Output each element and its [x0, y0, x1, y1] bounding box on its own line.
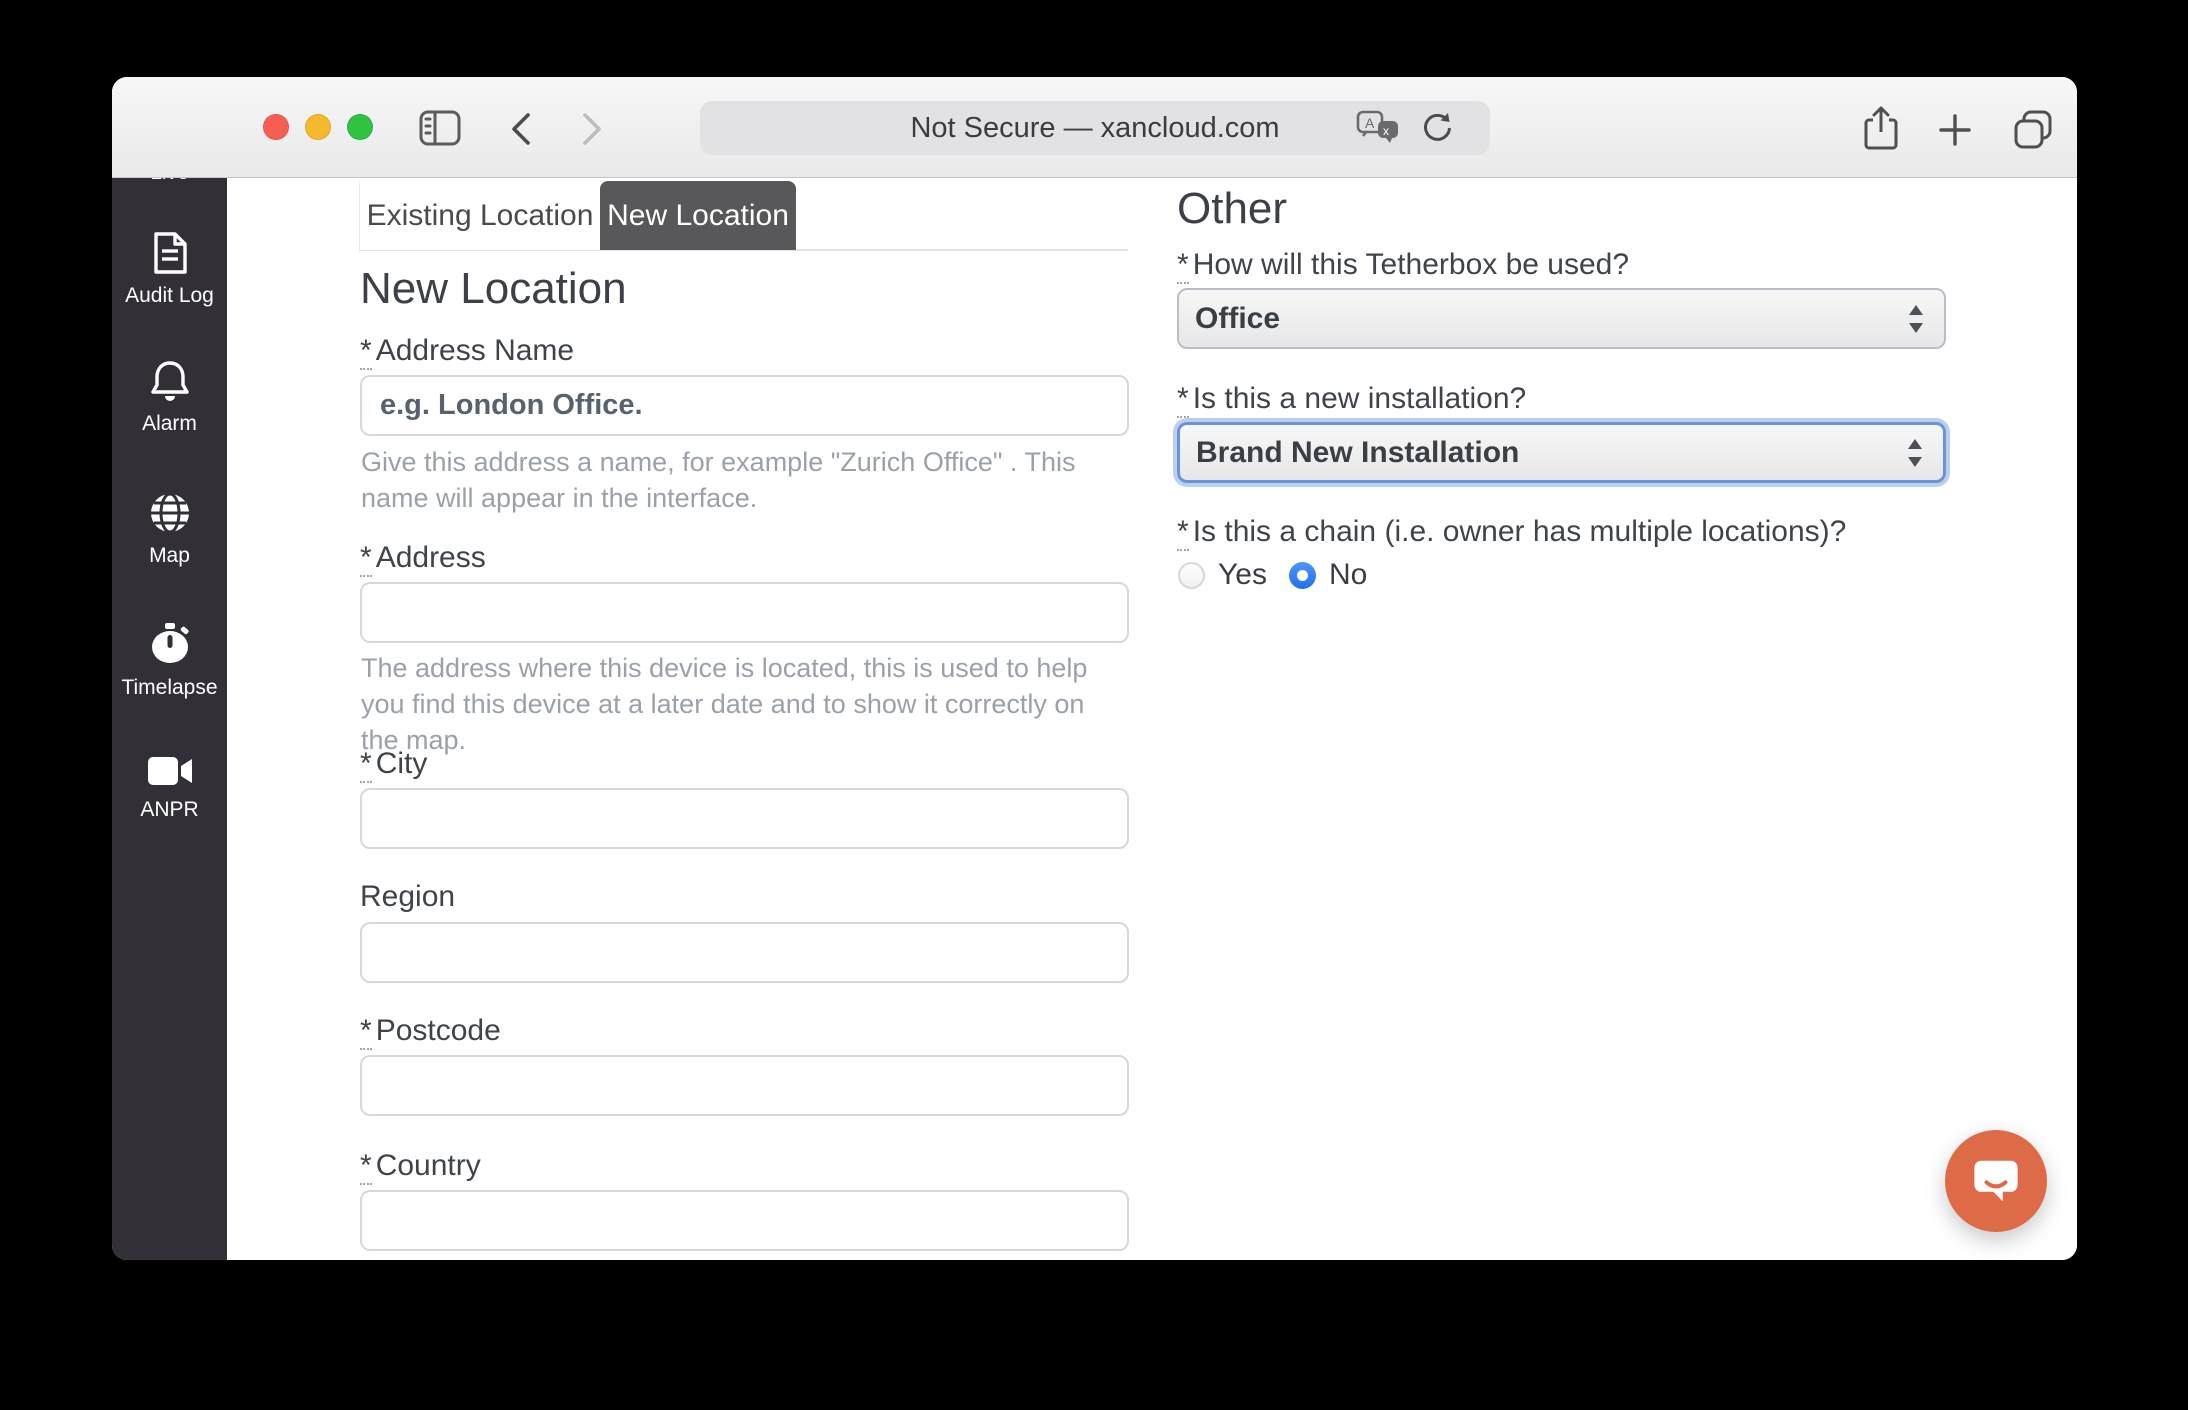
- back-icon[interactable]: [504, 110, 538, 148]
- tab-existing-location[interactable]: Existing Location: [359, 181, 600, 250]
- new-tab-icon[interactable]: [1938, 113, 1972, 147]
- app-sidebar: Live Audit Log Alarm: [112, 178, 227, 1260]
- address-name-help: Give this address a name, for example "Z…: [361, 444, 1111, 516]
- city-label: *City: [360, 747, 427, 781]
- postcode-label: *Postcode: [360, 1014, 501, 1048]
- browser-window: Not Secure — xancloud.com A x: [112, 77, 2077, 1260]
- address-bar[interactable]: Not Secure — xancloud.com A x: [700, 101, 1490, 155]
- country-input[interactable]: [360, 1190, 1129, 1251]
- browser-titlebar: Not Secure — xancloud.com A x: [112, 77, 2077, 178]
- sidebar-item-anpr[interactable]: ANPR: [112, 753, 227, 822]
- sidebar-item-label: ANPR: [140, 798, 198, 822]
- chain-radio-yes[interactable]: [1178, 562, 1205, 589]
- usage-label: *How will this Tetherbox be used?: [1177, 248, 1629, 282]
- sidebar-toggle-icon[interactable]: [417, 107, 463, 149]
- sidebar-item-timelapse[interactable]: Timelapse: [112, 621, 227, 700]
- document-icon: [150, 231, 190, 275]
- sidebar-item-label: Map: [149, 544, 190, 568]
- tab-new-location[interactable]: New Location: [600, 181, 796, 250]
- chain-radio-no-label: No: [1329, 558, 1367, 592]
- sidebar-item-audit-log[interactable]: Audit Log: [112, 231, 227, 308]
- address-name-label: *Address Name: [360, 334, 574, 368]
- city-input[interactable]: [360, 788, 1129, 849]
- usage-select-value: Office: [1195, 302, 1280, 336]
- main-panel: Existing Location New Location New Locat…: [227, 178, 2077, 1260]
- forward-icon[interactable]: [575, 110, 609, 148]
- svg-text:x: x: [1383, 124, 1389, 138]
- address-name-input[interactable]: [360, 375, 1129, 436]
- region-input[interactable]: [360, 922, 1129, 983]
- postcode-input[interactable]: [360, 1055, 1129, 1116]
- globe-icon: [148, 491, 192, 535]
- address-help: The address where this device is located…: [361, 650, 1111, 758]
- other-heading: Other: [1177, 184, 1287, 234]
- stopwatch-icon: [147, 621, 193, 667]
- share-icon[interactable]: [1860, 104, 1902, 154]
- chain-label: *Is this a chain (i.e. owner has multipl…: [1177, 515, 1846, 549]
- chain-radio-no[interactable]: [1289, 562, 1316, 589]
- country-label: *Country: [360, 1149, 481, 1183]
- select-arrows-icon: [1906, 303, 1926, 335]
- installation-label: *Is this a new installation?: [1177, 382, 1526, 416]
- tab-overview-icon[interactable]: [2010, 107, 2056, 153]
- form-heading: New Location: [360, 264, 627, 314]
- address-label: *Address: [360, 541, 486, 575]
- region-label: Region: [360, 880, 455, 914]
- sidebar-item-label: Timelapse: [121, 676, 217, 700]
- select-arrows-icon: [1905, 437, 1925, 469]
- address-input[interactable]: [360, 582, 1129, 643]
- svg-text:A: A: [1365, 115, 1375, 131]
- chat-bubble-icon: [1969, 1156, 2023, 1206]
- minimize-window-button[interactable]: [305, 114, 331, 140]
- installation-select-value: Brand New Installation: [1196, 436, 1519, 470]
- location-tabs: Existing Location New Location: [359, 181, 796, 250]
- sidebar-item-alarm[interactable]: Alarm: [112, 359, 227, 436]
- chain-radio-yes-label: Yes: [1218, 558, 1267, 592]
- translate-icon[interactable]: A x: [1356, 109, 1400, 147]
- close-window-button[interactable]: [263, 114, 289, 140]
- video-camera-icon: [146, 753, 194, 789]
- sidebar-item-map[interactable]: Map: [112, 491, 227, 568]
- reload-icon[interactable]: [1418, 109, 1456, 147]
- chain-radio-group: Yes No: [1178, 558, 1389, 592]
- bell-icon: [148, 359, 192, 403]
- page-content: Live Audit Log Alarm: [112, 178, 2077, 1260]
- installation-select[interactable]: Brand New Installation: [1177, 422, 1946, 483]
- zoom-window-button[interactable]: [347, 114, 373, 140]
- intercom-chat-button[interactable]: [1945, 1130, 2047, 1232]
- usage-select[interactable]: Office: [1177, 288, 1946, 349]
- sidebar-item-label: Alarm: [142, 412, 197, 436]
- sidebar-item-label: Audit Log: [125, 284, 214, 308]
